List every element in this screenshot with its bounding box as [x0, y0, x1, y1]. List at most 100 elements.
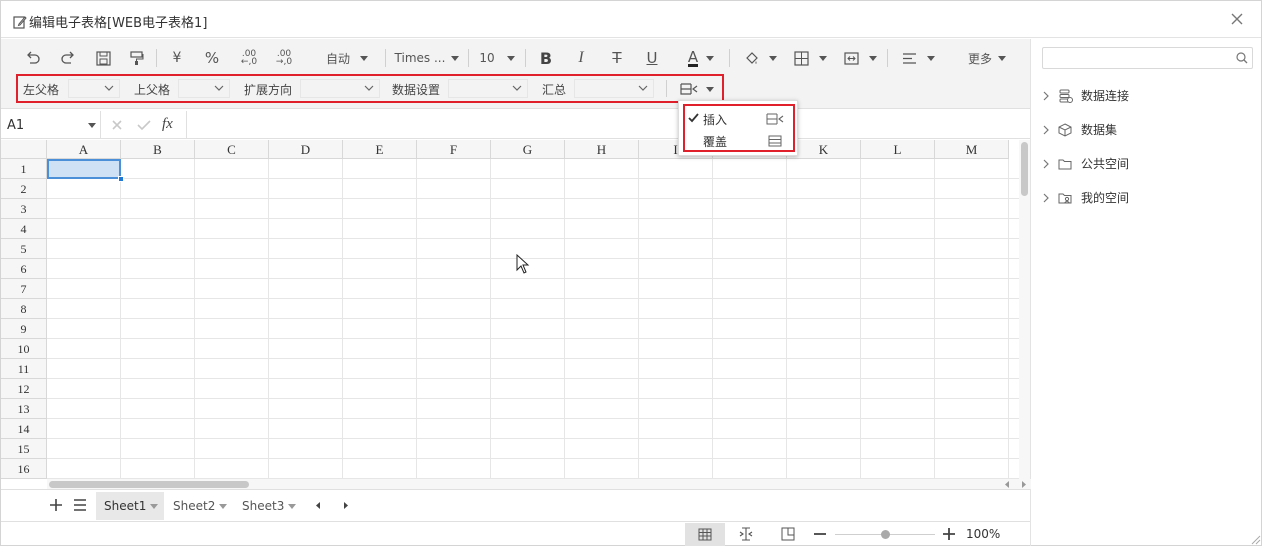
expand-direction-select[interactable] [300, 79, 380, 98]
tree-item[interactable]: 数据连接 [1042, 87, 1129, 104]
row-header[interactable]: 1 [1, 159, 47, 179]
italic-button[interactable]: I [571, 47, 591, 69]
tree-item[interactable]: 我的空间 [1042, 189, 1129, 206]
next-sheet-icon[interactable] [342, 501, 350, 510]
function-icon[interactable]: fx [162, 116, 173, 133]
search-input[interactable] [1047, 48, 1232, 68]
search-icon[interactable] [1236, 52, 1248, 64]
top-parent-select[interactable] [178, 79, 230, 98]
sheet-tab[interactable]: Sheet2 [165, 492, 233, 520]
font-family-select[interactable]: Times ... [393, 47, 461, 69]
row-header[interactable]: 7 [1, 279, 47, 299]
fill-handle[interactable] [118, 176, 124, 182]
horizontal-scrollbar[interactable] [47, 479, 1031, 489]
row-header[interactable]: 10 [1, 339, 47, 359]
row-header[interactable]: 9 [1, 319, 47, 339]
menu-item-insert[interactable]: 插入 [685, 108, 793, 128]
font-color-button[interactable]: A [681, 47, 721, 69]
chevron-right-icon[interactable] [1042, 91, 1050, 101]
zoom-out-icon[interactable] [813, 529, 827, 539]
data-settings-select[interactable] [448, 79, 528, 98]
zoom-in-icon[interactable] [942, 527, 956, 541]
grid-line [47, 258, 1019, 259]
percent-button[interactable]: % [201, 47, 223, 69]
save-button[interactable] [93, 47, 113, 69]
search-box[interactable] [1042, 47, 1253, 69]
resize-grip-icon[interactable] [1249, 533, 1261, 545]
column-header[interactable]: G [491, 140, 565, 159]
page-layout-view-icon[interactable] [781, 527, 795, 541]
align-button[interactable] [899, 47, 937, 69]
row-header[interactable]: 8 [1, 299, 47, 319]
chevron-right-icon[interactable] [1042, 193, 1050, 203]
menu-item-overwrite[interactable]: 覆盖 [685, 130, 793, 150]
summary-select[interactable] [574, 79, 654, 98]
select-all-corner[interactable] [1, 140, 47, 159]
column-header[interactable]: D [269, 140, 343, 159]
strikethrough-button[interactable]: T [607, 47, 627, 69]
column-header[interactable]: L [861, 140, 935, 159]
confirm-icon[interactable] [137, 119, 151, 131]
font-size-select[interactable]: 10 [477, 47, 517, 69]
row-header[interactable]: 15 [1, 439, 47, 459]
vertical-scroll-thumb[interactable] [1021, 142, 1028, 196]
zoom-slider-knob[interactable] [881, 530, 890, 539]
increase-decimal-button[interactable]: .00 ←,0 [238, 47, 260, 69]
number-format-select[interactable]: 自动 [319, 47, 375, 69]
tree-item[interactable]: 公共空间 [1042, 155, 1129, 172]
row-header[interactable]: 16 [1, 459, 47, 479]
row-header[interactable]: 4 [1, 219, 47, 239]
column-header[interactable]: K [787, 140, 861, 159]
add-sheet-icon[interactable] [49, 498, 63, 512]
expand-mode-button[interactable] [680, 79, 720, 99]
column-header[interactable]: H [565, 140, 639, 159]
left-parent-select[interactable] [68, 79, 120, 98]
column-header[interactable]: A [47, 140, 121, 159]
prev-sheet-icon[interactable] [314, 501, 322, 510]
underline-button[interactable]: U [642, 47, 662, 69]
row-header[interactable]: 6 [1, 259, 47, 279]
undo-button[interactable] [23, 47, 43, 69]
close-icon[interactable] [1229, 11, 1245, 27]
row-header[interactable]: 11 [1, 359, 47, 379]
bold-button[interactable]: B [536, 47, 556, 69]
column-header[interactable]: M [935, 140, 1009, 159]
page-break-view-icon[interactable] [739, 527, 753, 541]
currency-button[interactable]: ¥ [167, 47, 187, 69]
row-header[interactable]: 2 [1, 179, 47, 199]
row-header[interactable]: 12 [1, 379, 47, 399]
row-header[interactable]: 14 [1, 419, 47, 439]
column-header[interactable]: C [195, 140, 269, 159]
column-header[interactable]: F [417, 140, 491, 159]
merge-cells-button[interactable] [841, 47, 879, 69]
redo-button[interactable] [58, 47, 78, 69]
horizontal-scroll-thumb[interactable] [49, 481, 249, 488]
chevron-down-icon[interactable] [288, 504, 296, 509]
sheet-tab[interactable]: Sheet1 [96, 492, 164, 520]
column-header[interactable]: B [121, 140, 195, 159]
cancel-icon[interactable] [111, 119, 123, 131]
row-header[interactable]: 13 [1, 399, 47, 419]
tree-item[interactable]: 数据集 [1042, 121, 1117, 138]
border-button[interactable] [791, 47, 829, 69]
row-header[interactable]: 3 [1, 199, 47, 219]
row-header[interactable]: 5 [1, 239, 47, 259]
normal-view-button[interactable] [685, 523, 725, 546]
fill-color-button[interactable] [741, 47, 779, 69]
arrow-right-icon[interactable] [1019, 480, 1028, 489]
column-header[interactable]: E [343, 140, 417, 159]
arrow-left-icon[interactable] [1003, 480, 1012, 489]
chevron-down-icon[interactable] [150, 504, 158, 509]
decrease-decimal-button[interactable]: .00 →,0 [273, 47, 295, 69]
spreadsheet-grid[interactable]: ABCDEFGHIJKLM12345678910111213141516 [1, 140, 1019, 479]
chevron-right-icon[interactable] [1042, 125, 1050, 135]
chevron-down-icon[interactable] [219, 504, 227, 509]
more-button[interactable]: 更多 [966, 47, 1008, 69]
name-box[interactable]: A1 [1, 111, 101, 139]
sheet-tab[interactable]: Sheet3 [234, 492, 302, 520]
chevron-right-icon[interactable] [1042, 159, 1050, 169]
selected-cell[interactable] [47, 159, 121, 179]
format-painter-button[interactable] [126, 47, 146, 69]
vertical-scrollbar[interactable] [1019, 140, 1030, 515]
sheet-list-icon[interactable] [73, 498, 87, 512]
